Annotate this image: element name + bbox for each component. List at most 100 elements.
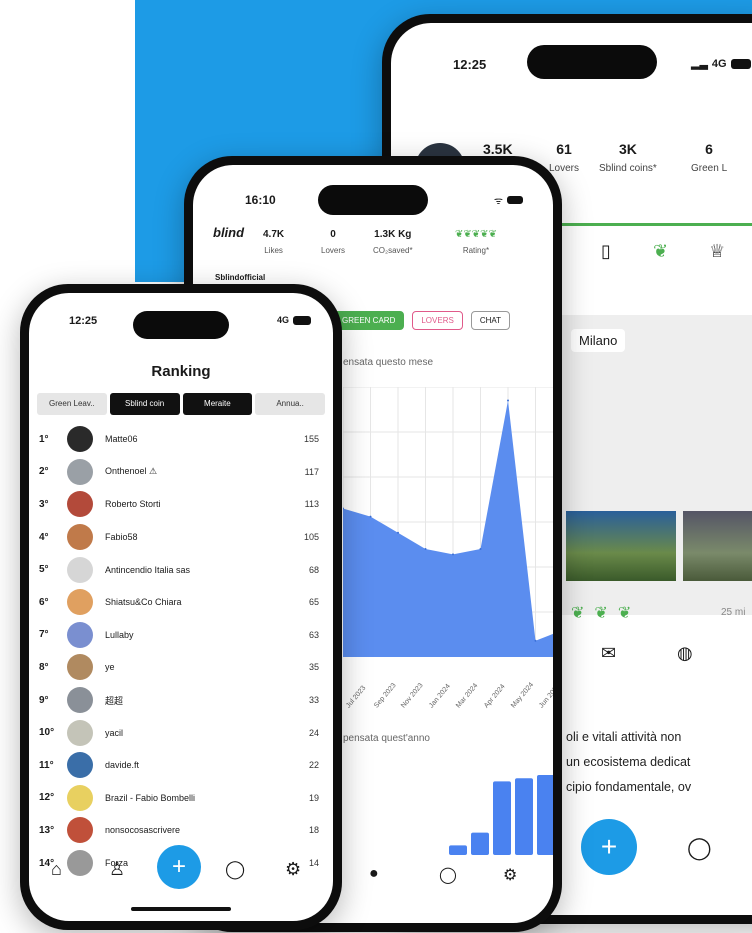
score: 63	[308, 629, 319, 640]
rank-number: 8°	[39, 661, 49, 673]
stat-likes: 4.7K Likes	[263, 229, 284, 255]
avatar[interactable]	[67, 784, 93, 811]
user-name: davide.ft	[105, 760, 140, 771]
marketing-composite: 12:25 ▂▃ 4G 3.5K 61 Lovers 3K Sblind coins*…	[0, 0, 752, 933]
co2-bar-chart	[449, 775, 553, 855]
month-caption: ensata questo mese	[343, 357, 434, 368]
mail-icon[interactable]: ✉	[601, 643, 616, 664]
rating-leaves-icon: ❦❦❦❦❦	[455, 229, 497, 240]
settings-icon[interactable]: ⚙	[503, 865, 517, 885]
ranking-row[interactable]: 2° Onthenoel ⚠ 117	[39, 456, 319, 489]
bar	[515, 778, 533, 855]
ranking-row[interactable]: 7° Lullaby 63	[39, 619, 319, 652]
avatar[interactable]	[67, 654, 93, 681]
lovers-button[interactable]: LOVERS	[412, 311, 463, 330]
network-type: 4G	[276, 315, 289, 325]
x-tick-label: Jun 2024	[537, 682, 554, 710]
globe-icon[interactable]: ◍	[677, 643, 693, 664]
tab-meraite[interactable]: Meraite	[182, 393, 253, 415]
ranking-row[interactable]: 3° Roberto Storti 113	[39, 488, 319, 521]
ranking-row[interactable]: 10° yacil 24	[39, 716, 319, 749]
ranking-row[interactable]: 4° Fabio58 105	[39, 521, 319, 554]
rank-number: 10°	[39, 727, 55, 739]
leaf-icon[interactable]: ❦	[653, 241, 668, 262]
stat-value: 6	[705, 141, 713, 157]
user-name: Matte06	[105, 434, 138, 445]
rank-number: 7°	[39, 629, 49, 641]
app-logo: blind	[213, 225, 245, 240]
stat-value: 3.5K	[483, 141, 513, 157]
user-name: Antincendio Italia sas	[105, 564, 191, 575]
mountain-photo[interactable]	[566, 511, 676, 581]
avatar[interactable]	[67, 589, 93, 616]
avatar[interactable]	[67, 752, 93, 779]
stat-value: 1.3K Kg	[374, 229, 412, 240]
rank-number: 1°	[39, 433, 49, 445]
stat-label: Sblind coins*	[599, 163, 657, 174]
data-point	[424, 548, 427, 550]
ranking-row[interactable]: 11° davide.ft 22	[39, 749, 319, 782]
avatar[interactable]	[67, 817, 93, 844]
stat-label: Green L	[691, 163, 728, 174]
stat-lovers: 0 Lovers	[321, 229, 345, 255]
avatar[interactable]	[67, 687, 93, 714]
ranking-row[interactable]: 12° Brazil - Fabio Bombelli 19	[39, 782, 319, 815]
avatar[interactable]	[67, 524, 93, 551]
add-button[interactable]: +	[157, 845, 201, 889]
rank-number: 6°	[39, 596, 49, 608]
chat-icon[interactable]: ◯	[225, 859, 245, 880]
ranking-row[interactable]: 1° Matte06 155	[39, 423, 319, 456]
bar	[493, 781, 511, 855]
chat-icon[interactable]: ◯	[439, 865, 457, 885]
bar	[471, 832, 489, 855]
ranking-tabs: Green Leav.. Sblind coin Meraite Annua..	[37, 393, 325, 415]
location-tag: Milano	[571, 329, 626, 352]
page-title: Ranking	[151, 363, 211, 380]
data-point	[452, 553, 454, 556]
x-tick-label: Mar 2024	[455, 682, 480, 710]
user-icon[interactable]: ♙	[109, 859, 125, 880]
score: 19	[308, 792, 319, 803]
bar	[537, 775, 553, 855]
x-tick-label: Apr 2024	[482, 683, 507, 710]
trophy-icon[interactable]: ♕	[709, 241, 725, 262]
bottom-nav: ● ◯ ⚙	[343, 865, 553, 895]
add-post-button[interactable]: +	[581, 819, 637, 875]
stat-label: Rating*	[462, 246, 490, 255]
stat-lovers: 61 Lovers	[549, 141, 579, 174]
battery-icon	[293, 315, 311, 325]
x-tick-label: May 2024	[510, 681, 536, 710]
avatar[interactable]	[67, 491, 93, 518]
ranking-row[interactable]: 9° 超超 33	[39, 684, 319, 717]
score: 65	[308, 597, 319, 608]
ranking-row[interactable]: 13° nonsocosascrivere 18	[39, 814, 319, 847]
tab-annual[interactable]: Annua..	[255, 393, 325, 415]
avatar[interactable]	[67, 426, 93, 453]
ranking-row[interactable]: 6° Shiatsu&Co Chiara 65	[39, 586, 319, 619]
rank-number: 9°	[39, 694, 49, 706]
data-point	[507, 399, 509, 402]
data-point	[479, 548, 482, 550]
post-age: 25 mi	[721, 607, 746, 618]
chat-button[interactable]: CHAT	[470, 311, 510, 330]
ranking-row[interactable]: 8° ye 35	[39, 651, 319, 684]
score: 22	[308, 760, 319, 771]
stat-value: 4.7K	[263, 229, 285, 240]
home-icon[interactable]: ⌂	[51, 859, 62, 880]
tab-sblind-coin[interactable]: Sblind coin	[109, 393, 180, 415]
avatar[interactable]	[67, 458, 93, 485]
avatar[interactable]	[67, 621, 93, 648]
settings-icon[interactable]: ⚙	[285, 859, 301, 880]
mountain-photo-2[interactable]	[683, 511, 752, 581]
chat-icon[interactable]: ◯	[687, 835, 712, 861]
user-name: Roberto Storti	[105, 499, 161, 510]
ranking-row[interactable]: 5° Antincendio Italia sas 68	[39, 553, 319, 586]
avatar[interactable]	[67, 719, 93, 746]
dynamic-island	[318, 185, 428, 215]
building-icon[interactable]: ▯	[601, 241, 611, 262]
avatar[interactable]	[67, 556, 93, 583]
record-icon[interactable]: ●	[369, 865, 379, 883]
tab-green-leaves[interactable]: Green Leav..	[37, 393, 107, 415]
user-name: yacil	[105, 727, 124, 738]
green-card-button[interactable]: GREEN CARD	[333, 311, 405, 330]
